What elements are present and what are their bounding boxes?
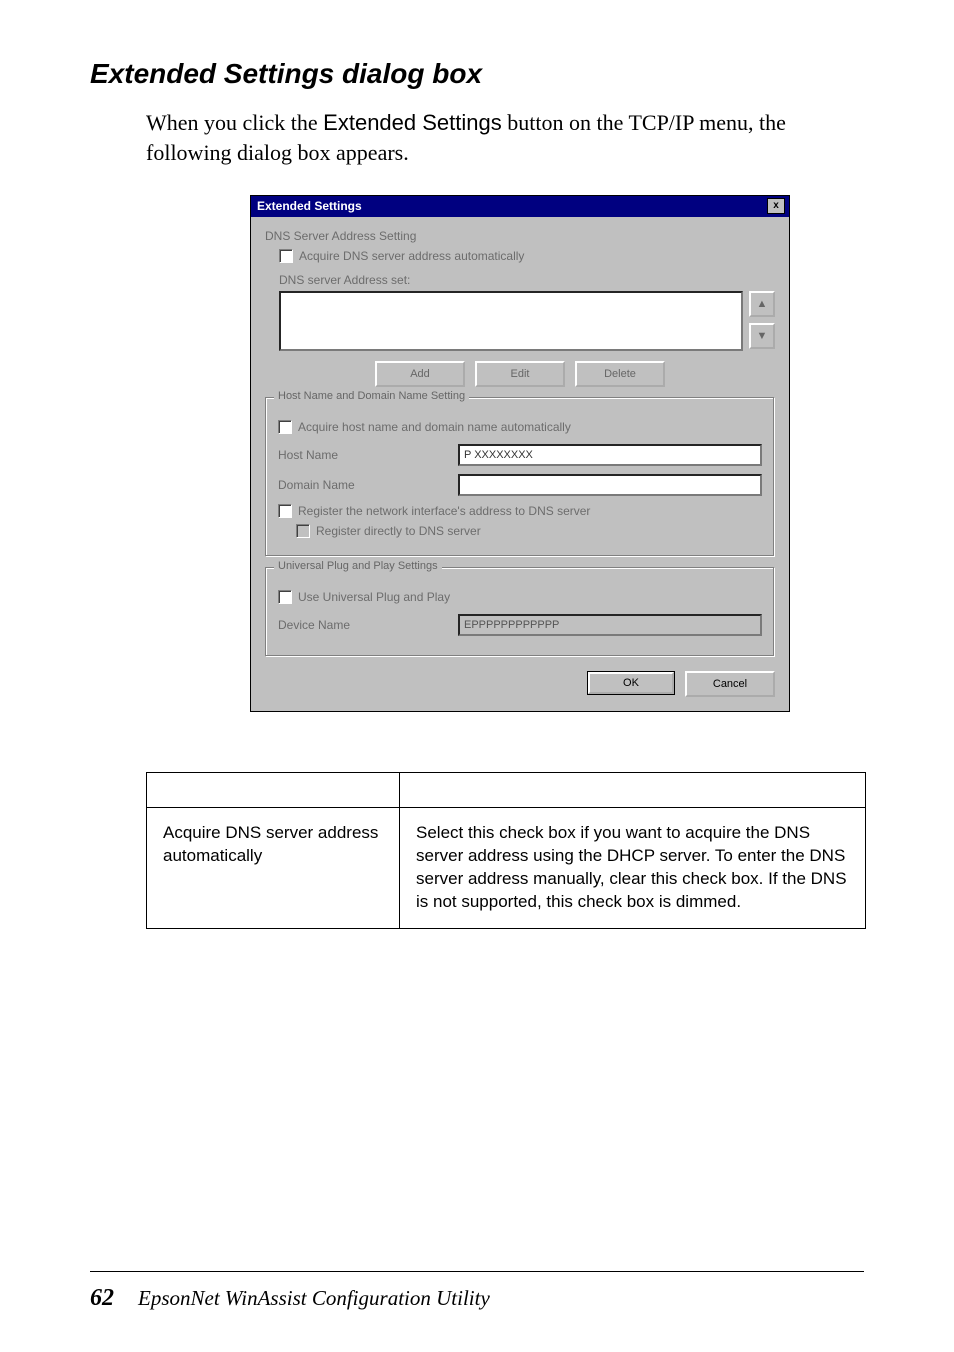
register-direct-checkbox-row[interactable]: Register directly to DNS server: [296, 524, 762, 538]
acquire-hostname-checkbox-row[interactable]: Acquire host name and domain name automa…: [278, 420, 762, 434]
delete-button[interactable]: Delete: [575, 361, 665, 387]
use-upnp-checkbox-row[interactable]: Use Universal Plug and Play: [278, 590, 762, 604]
domain-name-label: Domain Name: [278, 478, 458, 492]
acquire-dns-checkbox-row[interactable]: Acquire DNS server address automatically: [279, 249, 775, 263]
checkbox-icon[interactable]: [279, 249, 293, 263]
register-dns-label: Register the network interface's address…: [298, 504, 590, 518]
checkbox-icon[interactable]: [278, 504, 292, 518]
device-name-label: Device Name: [278, 618, 458, 632]
ok-button-label: OK: [588, 672, 674, 694]
upnp-legend: Universal Plug and Play Settings: [274, 560, 442, 572]
use-upnp-label: Use Universal Plug and Play: [298, 590, 450, 604]
host-name-label: Host Name: [278, 448, 458, 462]
table-header: [400, 773, 866, 808]
description-table: Acquire DNS server address automatically…: [146, 772, 866, 929]
footer-title: EpsonNet WinAssist Configuration Utility: [138, 1286, 490, 1311]
dns-list-label: DNS server Address set:: [279, 273, 775, 287]
domain-name-input[interactable]: [458, 474, 762, 496]
edit-button[interactable]: Edit: [475, 361, 565, 387]
checkbox-icon[interactable]: [278, 420, 292, 434]
dialog-title: Extended Settings: [257, 199, 362, 213]
move-down-button[interactable]: ▼: [749, 323, 775, 349]
host-name-input[interactable]: P XXXXXXXX: [458, 444, 762, 466]
checkbox-icon[interactable]: [278, 590, 292, 604]
dns-heading: DNS Server Address Setting: [265, 229, 775, 243]
add-button[interactable]: Add: [375, 361, 465, 387]
dialog-titlebar: Extended Settings x: [251, 196, 789, 217]
register-dns-checkbox-row[interactable]: Register the network interface's address…: [278, 504, 762, 518]
checkbox-icon: [296, 524, 310, 538]
table-row: Acquire DNS server address automatically…: [147, 808, 866, 929]
hostname-groupbox: Host Name and Domain Name Setting Acquir…: [265, 397, 775, 557]
table-header: [147, 773, 400, 808]
hostname-legend: Host Name and Domain Name Setting: [274, 390, 469, 402]
acquire-dns-label: Acquire DNS server address automatically: [299, 249, 524, 263]
acquire-hostname-label: Acquire host name and domain name automa…: [298, 420, 571, 434]
cancel-button[interactable]: Cancel: [685, 671, 775, 697]
device-name-input: EPPPPPPPPPPPP: [458, 614, 762, 636]
section-title: Extended Settings dialog box: [90, 58, 864, 90]
intro-button-name: Extended Settings: [323, 110, 502, 135]
dns-address-listbox[interactable]: [279, 291, 743, 351]
move-up-button[interactable]: ▲: [749, 291, 775, 317]
intro-before: When you click the: [146, 110, 323, 135]
setting-name-cell: Acquire DNS server address automatically: [147, 808, 400, 929]
upnp-groupbox: Universal Plug and Play Settings Use Uni…: [265, 567, 775, 657]
setting-desc-cell: Select this check box if you want to acq…: [400, 808, 866, 929]
close-icon[interactable]: x: [767, 198, 785, 214]
extended-settings-dialog: Extended Settings x DNS Server Address S…: [250, 195, 790, 712]
register-direct-label: Register directly to DNS server: [316, 524, 481, 538]
footer-divider: [90, 1271, 864, 1272]
page-number: 62: [90, 1285, 114, 1312]
ok-button[interactable]: OK: [587, 671, 675, 695]
intro-paragraph: When you click the Extended Settings but…: [146, 108, 816, 167]
